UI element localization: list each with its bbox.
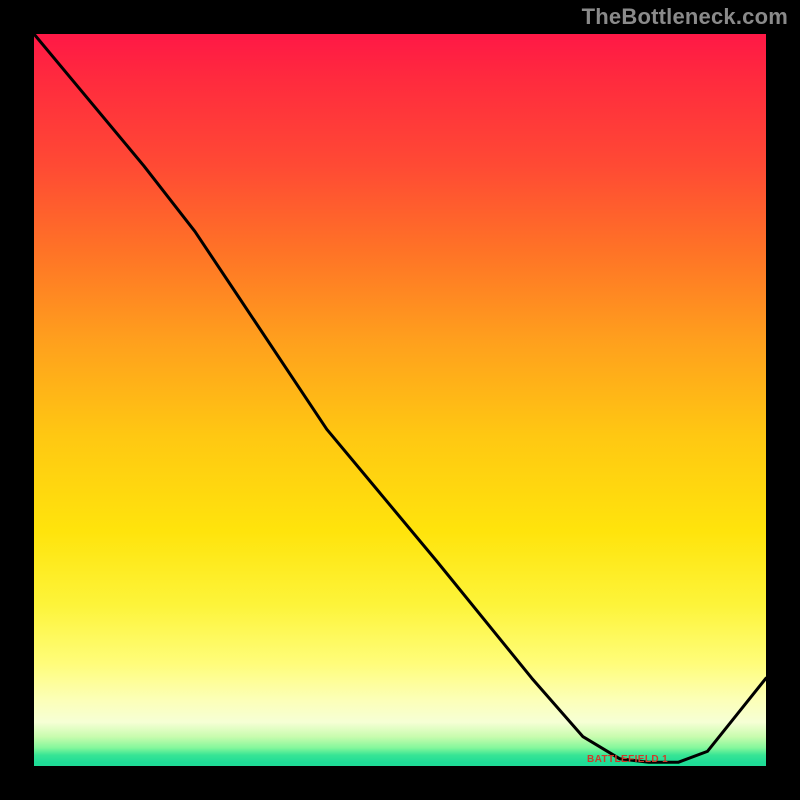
plot-area: BATTLEFIELD 1 xyxy=(34,34,766,766)
series-label: BATTLEFIELD 1 xyxy=(587,754,668,765)
heatmap-background xyxy=(34,34,766,766)
chart-container: TheBottleneck.com BATTLEFIELD 1 xyxy=(0,0,800,800)
watermark-text: TheBottleneck.com xyxy=(582,4,788,30)
